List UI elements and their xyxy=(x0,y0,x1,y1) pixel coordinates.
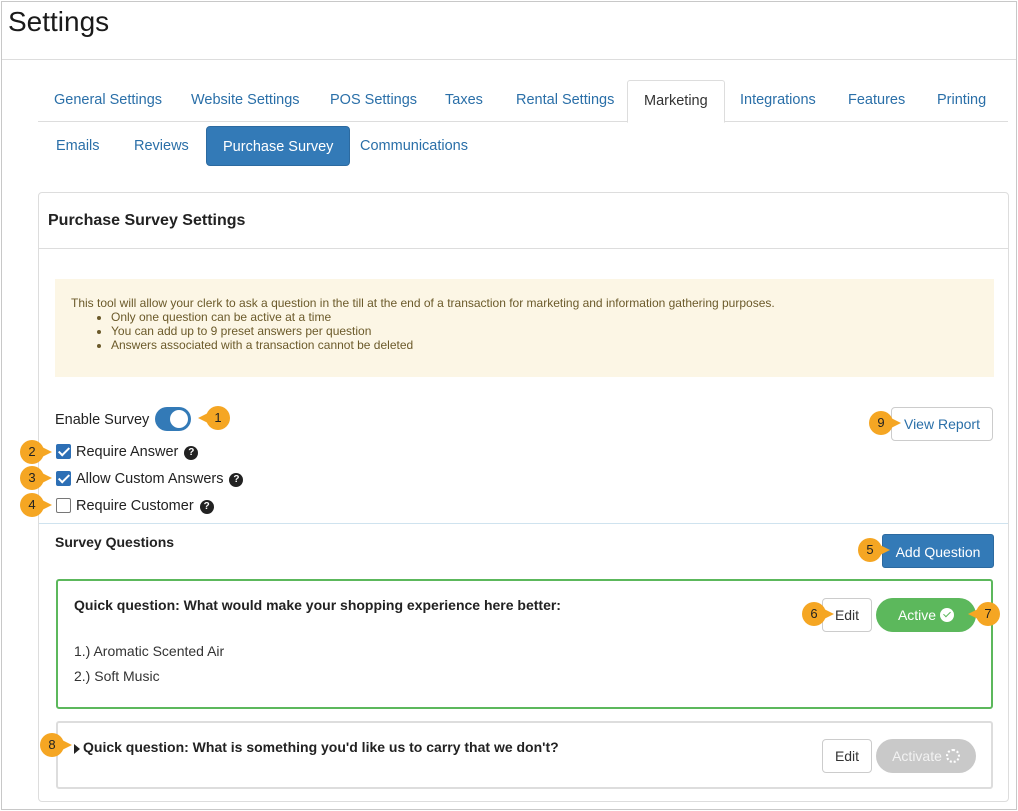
view-report-button[interactable]: View Report xyxy=(891,407,993,441)
callout-marker-6: 6 xyxy=(802,602,834,626)
tab-marketing[interactable]: Marketing xyxy=(627,80,725,123)
callout-marker-8: 8 xyxy=(40,733,72,757)
enable-survey-label: Enable Survey xyxy=(55,412,150,428)
question-text[interactable]: Quick question: What is something you'd … xyxy=(83,739,559,755)
question-card-active: Quick question: What would make your sho… xyxy=(56,579,993,709)
activate-label: Activate xyxy=(892,748,942,764)
spinner-icon xyxy=(945,749,960,763)
info-bullet: You can add up to 9 preset answers per q… xyxy=(111,324,978,338)
question-text: Quick question: What would make your sho… xyxy=(74,597,561,613)
tab-features[interactable]: Features xyxy=(832,80,921,122)
help-icon[interactable]: ? xyxy=(199,500,214,514)
require-customer-label: Require Customer xyxy=(76,498,194,514)
answer-item: 2.) Soft Music xyxy=(74,668,160,684)
enable-survey-toggle[interactable] xyxy=(155,407,191,431)
info-intro: This tool will allow your clerk to ask a… xyxy=(71,296,775,310)
tab-printing[interactable]: Printing xyxy=(921,80,1002,122)
activate-question-button[interactable]: Activate xyxy=(876,739,976,773)
subtab-communications[interactable]: Communications xyxy=(344,126,484,166)
tab-taxes[interactable]: Taxes xyxy=(429,80,499,122)
panel-title: Purchase Survey Settings xyxy=(48,212,246,229)
subtab-emails[interactable]: Emails xyxy=(40,126,116,166)
info-bullet: Only one question can be active at a tim… xyxy=(111,310,978,324)
page-title: Settings xyxy=(8,6,110,37)
section-divider xyxy=(39,523,1008,524)
allow-custom-answers-label: Allow Custom Answers xyxy=(76,471,224,487)
callout-marker-9: 9 xyxy=(869,411,901,435)
tab-pos-settings[interactable]: POS Settings xyxy=(314,80,433,122)
require-answer-label: Require Answer xyxy=(76,444,179,460)
panel-divider xyxy=(39,248,1008,249)
caret-right-icon[interactable] xyxy=(74,744,80,754)
active-status-button[interactable]: Active xyxy=(876,598,976,632)
info-alert: This tool will allow your clerk to ask a… xyxy=(55,279,994,377)
toggle-knob xyxy=(170,410,188,428)
callout-marker-3: 3 xyxy=(20,466,52,490)
info-bullets: Only one question can be active at a tim… xyxy=(111,310,978,352)
subtab-reviews[interactable]: Reviews xyxy=(118,126,205,166)
check-circle-icon xyxy=(940,608,955,622)
require-answer-checkbox[interactable] xyxy=(56,444,71,459)
require-customer-checkbox[interactable] xyxy=(56,498,71,513)
callout-marker-1: 1 xyxy=(198,406,230,430)
tab-integrations[interactable]: Integrations xyxy=(724,80,832,122)
callout-marker-7: 7 xyxy=(968,602,1000,626)
callout-marker-5: 5 xyxy=(858,538,890,562)
tab-general-settings[interactable]: General Settings xyxy=(38,80,178,122)
purchase-survey-panel: Purchase Survey Settings This tool will … xyxy=(38,192,1009,802)
help-icon[interactable]: ? xyxy=(229,473,244,487)
question-card-inactive: Quick question: What is something you'd … xyxy=(56,721,993,789)
help-icon[interactable]: ? xyxy=(184,446,199,460)
info-bullet: Answers associated with a transaction ca… xyxy=(111,338,978,352)
add-question-button[interactable]: Add Question xyxy=(882,534,994,568)
callout-marker-4: 4 xyxy=(20,493,52,517)
survey-questions-title: Survey Questions xyxy=(55,534,175,550)
answer-item: 1.) Aromatic Scented Air xyxy=(74,643,225,659)
callout-marker-2: 2 xyxy=(20,440,52,464)
subtab-purchase-survey[interactable]: Purchase Survey xyxy=(206,126,351,166)
title-divider xyxy=(2,59,1016,60)
answer-list: 1.) Aromatic Scented Air 2.) Soft Music xyxy=(74,639,224,689)
tab-website-settings[interactable]: Website Settings xyxy=(175,80,316,122)
settings-tabs: General Settings Website Settings POS Se… xyxy=(38,80,1008,123)
active-status-label: Active xyxy=(897,607,937,623)
edit-question-button[interactable]: Edit xyxy=(822,739,872,773)
tab-rental-settings[interactable]: Rental Settings xyxy=(500,80,630,122)
allow-custom-answers-checkbox[interactable] xyxy=(56,471,71,486)
